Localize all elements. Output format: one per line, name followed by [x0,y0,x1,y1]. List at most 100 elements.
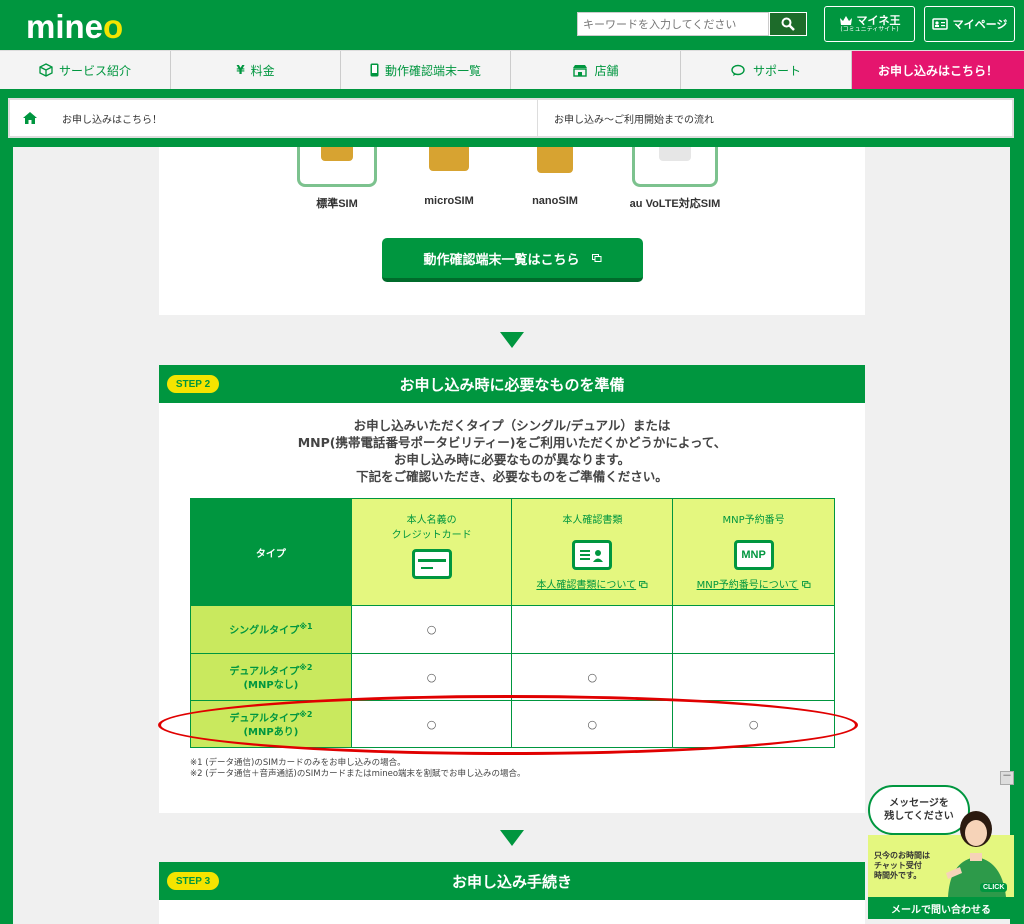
mnp-number-header: MNP予約番号 MNP MNP予約番号について [672,498,835,606]
sim-label: microSIM [424,195,474,207]
credit-card-header-line1: 本人名義の [406,515,457,526]
search-input[interactable] [577,12,769,36]
cell-credit-card: ○ [350,653,513,701]
cell-id-document: ○ [511,653,674,701]
sim-card-icon [534,147,576,187]
step3-header: STEP 3 お申し込み手続き [159,862,865,900]
chat-icon [731,64,745,76]
footnote: ※1 (データ通信)のSIMカードのみをお申し込みの場合。 [190,758,406,768]
mnp-number-header-label: MNP予約番号 [722,515,785,526]
table-row: デュアルタイプ※2 (MNPあり) ○ ○ ○ [190,700,835,748]
step3-badge: STEP 3 [167,872,219,890]
mail-inquiry-label: メールで問い合わせる [891,904,991,916]
step-arrow-icon [500,830,524,846]
mnp-icon-text: MNP [741,549,766,561]
chat-minimize-button[interactable]: － [1000,771,1014,785]
footnote: ※2 (データ通信＋音声通話)のSIMカードまたはmineo端末を割賦でお申し込… [190,769,526,779]
nav-support-label: サポート [752,63,801,78]
mypage-button[interactable]: マイページ [924,6,1015,42]
intro-line: お申し込みいただくタイプ（シングル/デュアル）または [353,418,671,433]
nav-apply-button[interactable]: お申し込みはこちら！ [852,51,1024,89]
step3-title: お申し込み手続き [451,872,572,891]
home-icon [23,112,37,124]
cell-mnp-number [672,653,835,701]
nav-devices[interactable]: 動作確認端末一覧 [341,51,511,89]
cell-mnp-number: ○ [672,700,835,748]
phone-icon [370,63,379,77]
sim-label: 標準SIM [316,198,358,210]
step2-title: お申し込み時に必要なものを準備 [399,375,625,394]
sim-card-icon [421,147,477,187]
main-content: 標準SIM microSIM nanoSIM au VoLTE対応SIM 動作確… [13,147,1010,924]
credit-card-header: 本人名義の クレジットカード [350,498,513,606]
id-document-header: 本人確認書類 本人確認書類について [511,498,674,606]
cell-id-document: ○ [511,700,674,748]
table-row: シングルタイプ※1 ○ [190,605,835,654]
step3-panel [159,900,865,924]
step2-badge: STEP 2 [167,375,219,393]
breadcrumb-item-apply[interactable]: お申し込みはこちら！ [50,100,538,136]
mail-inquiry-button[interactable]: メールで問い合わせる [868,897,1014,919]
mnp-number-link[interactable]: MNP予約番号について [697,580,799,591]
nav-shops-label: 店舗 [594,63,619,78]
credit-card-header-line2: クレジットカード [391,530,472,541]
nav-shops[interactable]: 店舗 [511,51,681,89]
nav-price-label: 料金 [250,63,275,78]
nav-service-label: サービス紹介 [58,63,131,78]
chat-offline-message: 只今のお時間は チャット受付 時間外です。 [874,851,930,880]
mnp-icon: MNP [733,540,774,570]
device-list-button-label: 動作確認端末一覧はこちら [423,252,580,268]
nav-apply-label: お申し込みはこちら！ [877,63,998,78]
id-card-icon [931,18,948,30]
nav-service[interactable]: サービス紹介 [0,51,171,89]
cell-credit-card: ○ [350,605,513,654]
credit-card-icon [411,549,452,579]
nav-support[interactable]: サポート [681,51,852,89]
click-badge: CLICK [980,883,1008,892]
site-header: mineo マイネ王 (コミュニティサイト) マイページ [0,0,1024,50]
device-list-button[interactable]: 動作確認端末一覧はこちら [382,238,643,282]
breadcrumb-item-flow: お申し込み～ご利用開始までの流れ [554,114,714,126]
chat-widget[interactable]: メッセージを 残してください 只今のお時間は チャット受付 時間外です。 CLIC… [868,785,1014,919]
nav-devices-label: 動作確認端末一覧 [384,63,481,78]
id-document-link[interactable]: 本人確認書類について [536,580,636,591]
mine-king-button[interactable]: マイネ王 (コミュニティサイト) [824,6,915,42]
shop-icon [573,64,588,77]
footnotes: ※1 (データ通信)のSIMカードのみをお申し込みの場合。 ※2 (データ通信＋… [190,758,526,780]
cell-id-document [511,605,674,654]
breadcrumb-home[interactable] [10,100,50,136]
sim-type-list: 標準SIM microSIM nanoSIM au VoLTE対応SIM [281,147,745,211]
sim-volte: au VoLTE対応SIM [605,147,745,211]
external-link-icon [801,581,811,588]
global-nav: サービス紹介 ¥ 料金 動作確認端末一覧 店舗 サポート お申し込みはこちら！ [0,50,1024,89]
type-header: タイプ [190,498,352,606]
sim-panel: 標準SIM microSIM nanoSIM au VoLTE対応SIM 動作確… [159,147,865,315]
step2-header: STEP 2 お申し込み時に必要なものを準備 [159,365,865,403]
id-document-icon [572,540,613,570]
search-icon [781,17,795,31]
intro-line: 下記をご確認いただき、必要なものをご準備ください。 [356,469,668,484]
sim-standard: 標準SIM [281,147,393,211]
sim-micro: microSIM [393,147,505,211]
cell-credit-card: ○ [350,700,513,748]
row-type-dual-no-mnp: デュアルタイプ※2 (MNPなし) [190,653,352,701]
search-button[interactable] [769,12,807,36]
table-row: デュアルタイプ※2 (MNPなし) ○ ○ [190,653,835,701]
row-type-single: シングルタイプ※1 [190,605,352,654]
external-link-icon [591,254,601,262]
mine-king-sublabel: (コミュニティサイト) [840,25,899,33]
search-box [577,12,807,36]
cell-mnp-number [672,605,835,654]
sim-label: au VoLTE対応SIM [629,198,721,210]
requirements-table: タイプ 本人名義の クレジットカード 本人確認書類 本人確認書類について MNP… [190,498,835,748]
intro-line: MNP(携帯電話番号ポータビリティー)をご利用いただくかどうかによって、 [297,435,727,450]
mypage-label: マイページ [952,18,1008,31]
nav-price[interactable]: ¥ 料金 [171,51,341,89]
yen-icon: ¥ [236,63,245,77]
mineo-logo[interactable]: mineo [26,8,123,46]
sim-label: nanoSIM [532,195,578,207]
sim-nano: nanoSIM [505,147,605,211]
id-document-header-label: 本人確認書類 [562,515,623,526]
sim-card-icon [632,147,718,187]
external-link-icon [639,581,648,588]
